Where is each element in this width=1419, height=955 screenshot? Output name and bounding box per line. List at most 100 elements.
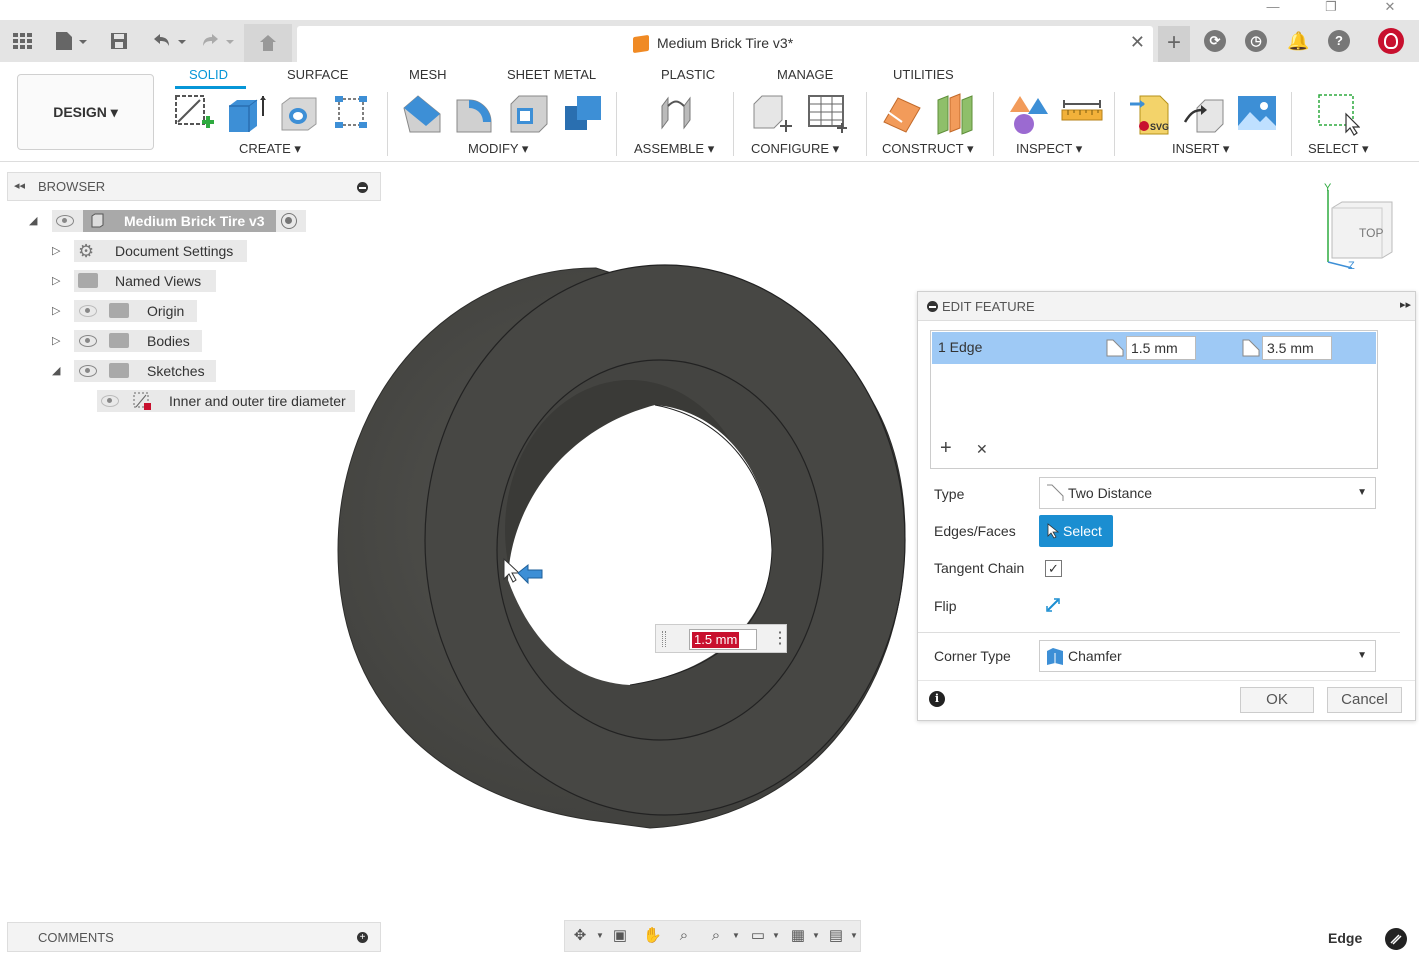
add-selection-icon[interactable]: + xyxy=(940,437,952,460)
expand-sketches-icon[interactable]: ◢ xyxy=(52,364,60,377)
construct-menu[interactable]: CONSTRUCT ▾ xyxy=(882,141,974,157)
cancel-button[interactable]: Cancel xyxy=(1327,687,1402,713)
user-avatar[interactable] xyxy=(1378,28,1404,54)
edges-select-button[interactable]: Select xyxy=(1039,515,1113,547)
combine-icon[interactable] xyxy=(561,92,605,136)
new-tab-button[interactable]: + xyxy=(1158,26,1190,62)
look-at-icon[interactable]: ▣ xyxy=(611,927,629,945)
notifications-bell-icon[interactable]: 🔔 xyxy=(1287,30,1309,52)
app-grid-icon[interactable] xyxy=(10,30,34,52)
remove-selection-icon[interactable]: ✕ xyxy=(976,441,988,458)
minimize-button[interactable]: — xyxy=(1258,0,1288,18)
inspect-menu[interactable]: INSPECT ▾ xyxy=(1016,141,1082,157)
selection-filter-icon[interactable] xyxy=(1385,928,1407,950)
viewcube[interactable]: TOP Y Z xyxy=(1318,180,1398,280)
expand-bodies-icon[interactable]: ▷ xyxy=(52,334,60,347)
expand-dialog-icon[interactable]: ▸▸ xyxy=(1400,298,1411,311)
visibility-eye-icon[interactable] xyxy=(56,215,74,227)
collapse-panel-icon[interactable]: ◂◂ xyxy=(14,179,25,192)
modify-menu[interactable]: MODIFY ▾ xyxy=(468,141,528,157)
type-select[interactable]: Two Distance ▼ xyxy=(1039,477,1376,509)
expand-document-settings-icon[interactable]: ▷ xyxy=(52,244,60,257)
expand-named-views-icon[interactable]: ▷ xyxy=(52,274,60,287)
home-button[interactable] xyxy=(244,24,292,62)
dimension-input[interactable]: 1.5 mm xyxy=(689,629,757,650)
file-menu-icon[interactable] xyxy=(52,30,90,52)
ok-button[interactable]: OK xyxy=(1240,687,1314,713)
expand-root-icon[interactable]: ◢ xyxy=(29,214,37,227)
configuration-table-icon[interactable] xyxy=(805,92,849,136)
pattern-icon[interactable] xyxy=(331,92,375,136)
create-sketch-icon[interactable] xyxy=(172,92,216,136)
grid-icon[interactable]: ▦ xyxy=(789,927,807,945)
tangent-chain-checkbox[interactable]: ✓ xyxy=(1045,560,1062,577)
corner-type-select[interactable]: Chamfer ▼ xyxy=(1039,640,1376,672)
insert-svg-icon[interactable]: SVG xyxy=(1128,92,1172,136)
measure-icon[interactable] xyxy=(1060,92,1104,136)
offset-plane-icon[interactable] xyxy=(880,92,924,136)
expand-origin-icon[interactable]: ▷ xyxy=(52,304,60,317)
shell-icon[interactable] xyxy=(507,92,551,136)
tab-utilities[interactable]: UTILITIES xyxy=(893,67,954,82)
distance-1-input[interactable]: 1.5 mm xyxy=(1126,336,1196,360)
tab-sheet-metal[interactable]: SHEET METAL xyxy=(507,67,596,82)
press-pull-icon[interactable] xyxy=(400,92,444,136)
hole-icon[interactable] xyxy=(278,92,322,136)
job-status-icon[interactable]: ◷ xyxy=(1245,30,1267,52)
maximize-button[interactable]: ❐ xyxy=(1316,0,1346,18)
more-options-icon[interactable]: ⋮ xyxy=(772,629,788,649)
hidden-eye-icon[interactable] xyxy=(79,305,97,317)
save-icon[interactable] xyxy=(108,30,130,52)
distance-2-input[interactable]: 3.5 mm xyxy=(1262,336,1332,360)
display-settings-icon[interactable]: ▭ xyxy=(749,927,767,945)
extensions-icon[interactable]: ⟳ xyxy=(1204,30,1226,52)
activate-radio-icon[interactable] xyxy=(281,213,297,229)
chevron-down-icon[interactable]: ▼ xyxy=(727,927,745,945)
close-tab-icon[interactable]: ✕ xyxy=(1130,32,1145,53)
assemble-menu[interactable]: ASSEMBLE ▾ xyxy=(634,141,714,157)
canvas-image-icon[interactable] xyxy=(1236,92,1280,136)
interference-icon[interactable] xyxy=(1006,92,1050,136)
configure-component-icon[interactable] xyxy=(750,92,794,136)
orbit-icon[interactable]: ✥ xyxy=(571,927,589,945)
drag-handle-icon[interactable] xyxy=(662,631,666,647)
chevron-down-icon[interactable]: ▼ xyxy=(807,927,825,945)
tab-mesh[interactable]: MESH xyxy=(409,67,447,82)
visibility-eye-icon[interactable] xyxy=(79,365,97,377)
redo-icon[interactable] xyxy=(198,30,236,52)
tab-manage[interactable]: MANAGE xyxy=(777,67,833,82)
tire-model[interactable] xyxy=(330,260,920,840)
extrude-icon[interactable] xyxy=(225,92,269,136)
tab-plastic[interactable]: PLASTIC xyxy=(661,67,715,82)
workspace-switcher-button[interactable]: DESIGN ▾ xyxy=(17,74,154,150)
zoom-window-icon[interactable]: ⌕ xyxy=(707,927,725,945)
browser-minimize-icon[interactable] xyxy=(357,182,368,193)
select-menu[interactable]: SELECT ▾ xyxy=(1308,141,1368,157)
zoom-icon[interactable]: ⌕ xyxy=(675,927,693,945)
document-tab[interactable]: Medium Brick Tire v3* ✕ xyxy=(297,26,1153,62)
chevron-down-icon[interactable]: ▼ xyxy=(845,927,863,945)
close-window-button[interactable]: ✕ xyxy=(1375,0,1405,18)
visibility-eye-icon[interactable] xyxy=(79,335,97,347)
add-comment-icon[interactable]: + xyxy=(357,932,368,943)
pan-hand-icon[interactable]: ✋ xyxy=(643,927,662,945)
undo-icon[interactable] xyxy=(150,30,188,52)
viewports-icon[interactable]: ▤ xyxy=(827,927,845,945)
window-select-icon[interactable] xyxy=(1316,92,1360,136)
midplane-icon[interactable] xyxy=(934,92,978,136)
flip-icon[interactable] xyxy=(1044,596,1062,614)
chevron-down-icon[interactable]: ▼ xyxy=(767,927,785,945)
insert-into-current-design-icon[interactable] xyxy=(1183,92,1227,136)
collapse-dialog-icon[interactable] xyxy=(927,301,938,312)
configure-menu[interactable]: CONFIGURE ▾ xyxy=(751,141,839,157)
create-menu[interactable]: CREATE ▾ xyxy=(239,141,301,157)
edge-row[interactable]: 1 Edge 1.5 mm 3.5 mm xyxy=(932,332,1376,364)
hidden-eye-icon[interactable] xyxy=(101,395,119,407)
tab-surface[interactable]: SURFACE xyxy=(287,67,348,82)
fillet-icon[interactable] xyxy=(453,92,497,136)
help-icon[interactable]: ? xyxy=(1328,30,1350,52)
tab-solid[interactable]: SOLID xyxy=(189,67,228,82)
insert-menu[interactable]: INSERT ▾ xyxy=(1172,141,1229,157)
chevron-down-icon[interactable]: ▼ xyxy=(591,927,609,945)
info-icon[interactable]: i xyxy=(929,691,945,707)
